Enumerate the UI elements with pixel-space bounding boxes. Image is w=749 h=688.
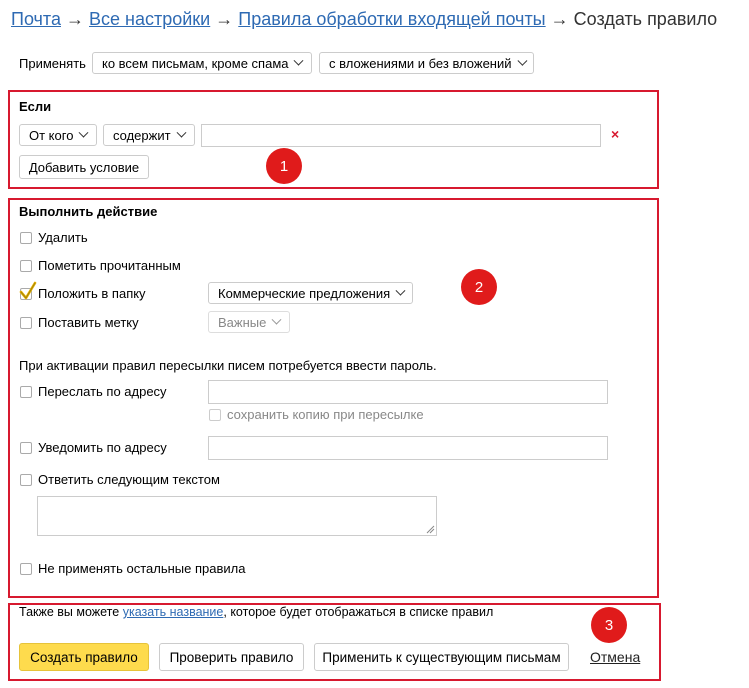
chevron-down-icon bbox=[176, 127, 187, 138]
keep-copy-checkbox[interactable] bbox=[209, 409, 221, 421]
folder-value: Коммерческие предложения bbox=[218, 285, 391, 301]
name-hint-before: Также вы можете bbox=[19, 605, 123, 619]
mark-read-label: Пометить прочитанным bbox=[38, 258, 181, 273]
breadcrumb: Почта → Все настройки → Правила обработк… bbox=[11, 9, 717, 30]
add-condition-button[interactable]: Добавить условие bbox=[19, 155, 149, 179]
breadcrumb-separator: → bbox=[66, 9, 84, 29]
reply-label: Ответить следующим текстом bbox=[38, 472, 220, 487]
stop-rules-label: Не применять остальные правила bbox=[38, 561, 246, 576]
condition-field-select[interactable]: От кого bbox=[19, 124, 97, 146]
annotation-badge-2: 2 bbox=[461, 269, 497, 305]
reply-checkbox[interactable] bbox=[20, 474, 32, 486]
chevron-down-icon bbox=[271, 314, 282, 325]
password-note: При активации правил пересылки писем пот… bbox=[19, 358, 437, 373]
breadcrumb-separator: → bbox=[550, 9, 569, 29]
forward-address-input[interactable] bbox=[208, 380, 608, 404]
apply-scope-select[interactable]: ко всем письмам, кроме спама bbox=[92, 52, 312, 74]
name-hint-after: , которое будет отображаться в списке пр… bbox=[223, 605, 494, 619]
actions-title: Выполнить действие bbox=[19, 204, 158, 219]
mark-read-checkbox[interactable] bbox=[20, 260, 32, 272]
condition-value-input[interactable] bbox=[201, 124, 601, 147]
reply-text-area[interactable] bbox=[37, 496, 437, 536]
condition-field-value: От кого bbox=[29, 127, 74, 143]
apply-attachments-select[interactable]: с вложениями и без вложений bbox=[319, 52, 534, 74]
chevron-down-icon bbox=[294, 55, 304, 66]
checkmark-icon bbox=[19, 281, 37, 300]
label-select[interactable]: Важные bbox=[208, 311, 290, 333]
forward-label: Переслать по адресу bbox=[38, 384, 167, 399]
apply-attachments-value: с вложениями и без вложений bbox=[329, 55, 512, 71]
folder-select[interactable]: Коммерческие предложения bbox=[208, 282, 413, 304]
cancel-link[interactable]: Отмена bbox=[590, 649, 640, 665]
name-hint: Также вы можете указать название, которо… bbox=[19, 605, 493, 619]
notify-label: Уведомить по адресу bbox=[38, 440, 167, 455]
set-label-checkbox[interactable] bbox=[20, 317, 32, 329]
condition-operator-select[interactable]: содержит bbox=[103, 124, 195, 146]
set-label-label: Поставить метку bbox=[38, 315, 139, 330]
check-rule-button[interactable]: Проверить правило bbox=[159, 643, 304, 671]
delete-checkbox[interactable] bbox=[20, 232, 32, 244]
breadcrumb-link-all-settings[interactable]: Все настройки bbox=[89, 9, 210, 29]
chevron-down-icon bbox=[395, 285, 406, 296]
apply-scope-value: ко всем письмам, кроме спама bbox=[102, 55, 289, 71]
condition-title: Если bbox=[19, 99, 52, 114]
close-icon[interactable]: × bbox=[611, 126, 619, 142]
specify-name-link[interactable]: указать название bbox=[123, 605, 224, 619]
condition-operator-value: содержит bbox=[113, 127, 171, 143]
breadcrumb-link-rules[interactable]: Правила обработки входящей почты bbox=[238, 9, 545, 29]
move-to-folder-label: Положить в папку bbox=[38, 286, 146, 301]
apply-to-existing-button[interactable]: Применить к существующим письмам bbox=[314, 643, 569, 671]
apply-label: Применять bbox=[19, 56, 86, 71]
breadcrumb-separator: → bbox=[215, 9, 234, 29]
notify-address-input[interactable] bbox=[208, 436, 608, 460]
breadcrumb-link-mail[interactable]: Почта bbox=[11, 9, 61, 29]
keep-copy-label: сохранить копию при пересылке bbox=[227, 407, 424, 422]
create-rule-button[interactable]: Создать правило bbox=[19, 643, 149, 671]
chevron-down-icon bbox=[78, 127, 89, 138]
label-value: Важные bbox=[218, 314, 267, 330]
breadcrumb-current: Создать правило bbox=[573, 9, 718, 29]
delete-label: Удалить bbox=[38, 230, 88, 245]
resize-handle-icon[interactable] bbox=[426, 525, 435, 534]
notify-checkbox[interactable] bbox=[20, 442, 32, 454]
stop-rules-checkbox[interactable] bbox=[20, 563, 32, 575]
annotation-badge-1: 1 bbox=[266, 148, 302, 184]
chevron-down-icon bbox=[516, 55, 527, 65]
forward-checkbox[interactable] bbox=[20, 386, 32, 398]
annotation-badge-3: 3 bbox=[591, 607, 627, 643]
